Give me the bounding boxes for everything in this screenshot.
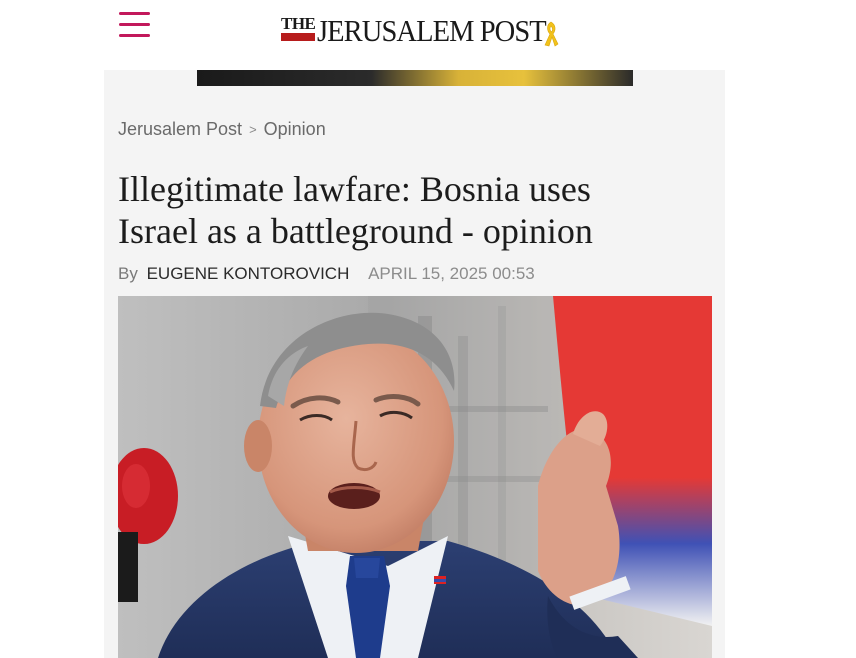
logo-wordmark: JERUSALEM POST (317, 13, 547, 48)
breadcrumb-separator: > (249, 122, 257, 137)
article-card: Jerusalem Post > Opinion Illegitimate la… (104, 70, 725, 658)
byline-prefix: By (118, 264, 138, 283)
menu-line (119, 12, 150, 15)
breadcrumb-section-link[interactable]: Opinion (264, 119, 326, 140)
site-logo[interactable]: THE JERUSALEM POST (281, 13, 566, 53)
article-headline: Illegitimate lawfare: Bosnia uses Israel… (118, 168, 718, 252)
article-byline: By EUGENE KONTOROVICH APRIL 15, 2025 00:… (118, 264, 535, 284)
site-header: THE JERUSALEM POST (0, 0, 856, 70)
logo-the: THE (281, 14, 316, 41)
logo-the-text: THE (281, 14, 316, 33)
breadcrumb: Jerusalem Post > Opinion (118, 119, 326, 140)
publish-date: APRIL 15, 2025 00:53 (368, 264, 535, 283)
logo-red-bar (281, 33, 316, 41)
advertisement-banner[interactable] (197, 70, 633, 86)
hamburger-menu-icon[interactable] (119, 11, 152, 39)
article-hero-image (118, 296, 712, 658)
breadcrumb-home-link[interactable]: Jerusalem Post (118, 119, 242, 140)
headline-line-2: Israel as a battleground - opinion (118, 211, 593, 251)
headline-line-1: Illegitimate lawfare: Bosnia uses (118, 169, 591, 209)
menu-line (119, 23, 150, 26)
author-link[interactable]: EUGENE KONTOROVICH (147, 264, 350, 283)
menu-line (119, 34, 150, 37)
hero-photo-illustration (118, 296, 712, 658)
yellow-ribbon-icon (544, 21, 559, 47)
